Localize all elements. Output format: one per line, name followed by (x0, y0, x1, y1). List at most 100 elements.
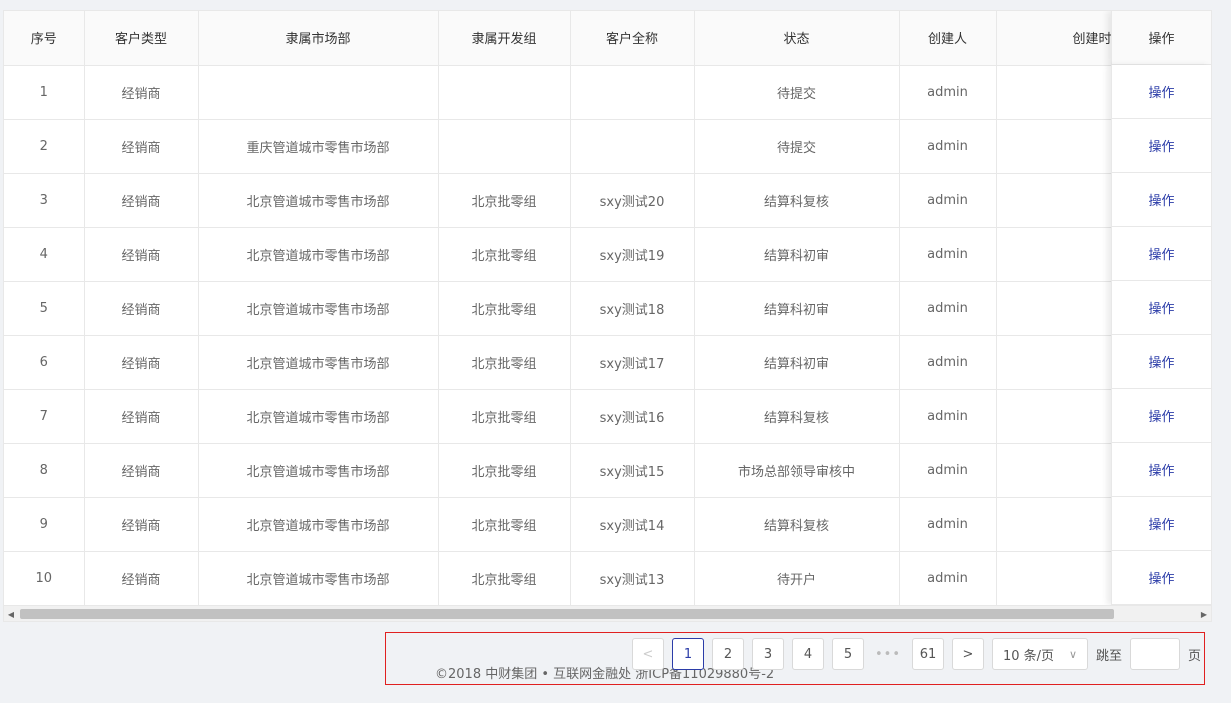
cell-customer-type: 经销商 (84, 497, 199, 552)
cell-customer-type: 经销商 (84, 119, 199, 174)
cell-status: 待提交 (694, 65, 900, 120)
row-action-link[interactable]: 操作 (1148, 244, 1174, 263)
row-action-link[interactable]: 操作 (1148, 352, 1174, 371)
table-header-row: 序号 客户类型 隶属市场部 隶属开发组 客户全称 状态 创建人 创建时 (4, 11, 1211, 66)
cell-dev-group (438, 119, 571, 174)
jump-page-input[interactable] (1130, 638, 1181, 670)
cell-market-dept: 北京管道城市零售市场部 (198, 281, 439, 336)
cell-dev-group: 北京批零组 (438, 281, 571, 336)
cell-market-dept: 北京管道城市零售市场部 (198, 389, 439, 444)
cell-market-dept: 北京管道城市零售市场部 (198, 443, 439, 498)
page-size-value: 10 条/页 (1003, 648, 1055, 664)
action-cell: 操作 (1112, 281, 1211, 335)
row-action-link[interactable]: 操作 (1148, 136, 1174, 155)
cell-row-index: 1 (4, 65, 85, 120)
page-button-1[interactable]: 1 (672, 638, 704, 670)
table-row: 3经销商北京管道城市零售市场部北京批零组sxy测试20结算科复核admin201… (4, 173, 1211, 228)
row-action-link[interactable]: 操作 (1148, 460, 1174, 479)
cell-status: 待提交 (694, 119, 900, 174)
cell-market-dept: 北京管道城市零售市场部 (198, 497, 439, 552)
action-cell: 操作 (1112, 227, 1211, 281)
cell-creator: admin (899, 65, 997, 120)
cell-dev-group: 北京批零组 (438, 173, 571, 228)
col-header-status[interactable]: 状态 (694, 11, 900, 66)
action-cell: 操作 (1112, 389, 1211, 443)
col-header-index[interactable]: 序号 (4, 11, 85, 66)
cell-market-dept: 重庆管道城市零售市场部 (198, 119, 439, 174)
scroll-right-arrow-icon[interactable]: ▶ (1197, 606, 1211, 621)
row-action-link[interactable]: 操作 (1148, 514, 1174, 533)
scrollbar-thumb[interactable] (20, 609, 1114, 619)
jump-label: 跳至 (1096, 648, 1123, 664)
prev-page-button[interactable]: < (632, 638, 664, 670)
row-action-link[interactable]: 操作 (1148, 568, 1174, 587)
row-action-link[interactable]: 操作 (1148, 406, 1174, 425)
cell-creator: admin (899, 173, 997, 228)
cell-status: 结算科复核 (694, 497, 900, 552)
cell-dev-group: 北京批零组 (438, 389, 571, 444)
cell-dev-group: 北京批零组 (438, 335, 571, 390)
page-button-5[interactable]: 5 (832, 638, 864, 670)
action-cell: 操作 (1112, 497, 1211, 551)
cell-customer-name: sxy测试15 (570, 443, 695, 498)
table-row: 6经销商北京管道城市零售市场部北京批零组sxy测试17结算科初审admin201… (4, 335, 1211, 390)
cell-status: 结算科复核 (694, 389, 900, 444)
cell-status: 结算科初审 (694, 227, 900, 282)
cell-market-dept: 北京管道城市零售市场部 (198, 551, 439, 606)
page-size-select[interactable]: 10 条/页 ∨ (992, 638, 1088, 670)
cell-dev-group: 北京批零组 (438, 227, 571, 282)
col-header-actions: 操作 (1111, 11, 1211, 65)
cell-creator: admin (899, 443, 997, 498)
cell-market-dept (198, 65, 439, 120)
scroll-left-arrow-icon[interactable]: ◀ (4, 606, 18, 621)
cell-customer-type: 经销商 (84, 227, 199, 282)
action-cell: 操作 (1112, 119, 1211, 173)
cell-row-index: 7 (4, 389, 85, 444)
more-pages-ellipsis-icon[interactable]: ••• (872, 638, 904, 670)
cell-customer-type: 经销商 (84, 65, 199, 120)
cell-customer-name: sxy测试17 (570, 335, 695, 390)
cell-row-index: 5 (4, 281, 85, 336)
col-header-customer-type[interactable]: 客户类型 (84, 11, 199, 66)
col-header-customer-name[interactable]: 客户全称 (570, 11, 695, 66)
next-page-button[interactable]: > (952, 638, 984, 670)
cell-creator: admin (899, 497, 997, 552)
cell-row-index: 2 (4, 119, 85, 174)
action-cell: 操作 (1112, 173, 1211, 227)
cell-customer-type: 经销商 (84, 443, 199, 498)
row-action-link[interactable]: 操作 (1148, 190, 1174, 209)
table-row: 5经销商北京管道城市零售市场部北京批零组sxy测试18结算科初审admin201… (4, 281, 1211, 336)
cell-customer-type: 经销商 (84, 551, 199, 606)
cell-customer-type: 经销商 (84, 335, 199, 390)
actions-column: 操作 操作 操作 操作 操作 操作 操作 操作 操作 操作 (1111, 65, 1211, 605)
cell-customer-name: sxy测试19 (570, 227, 695, 282)
row-action-link[interactable]: 操作 (1148, 298, 1174, 317)
table-row: 10经销商北京管道城市零售市场部北京批零组sxy测试13待开户admin2018… (4, 551, 1211, 606)
cell-dev-group: 北京批零组 (438, 497, 571, 552)
cell-market-dept: 北京管道城市零售市场部 (198, 335, 439, 390)
page-button-4[interactable]: 4 (792, 638, 824, 670)
action-cell: 操作 (1112, 443, 1211, 497)
page-button-last[interactable]: 61 (912, 638, 944, 670)
page-button-3[interactable]: 3 (752, 638, 784, 670)
page-suffix-label: 页 (1188, 648, 1202, 664)
cell-row-index: 10 (4, 551, 85, 606)
cell-market-dept: 北京管道城市零售市场部 (198, 173, 439, 228)
col-header-creator[interactable]: 创建人 (899, 11, 997, 66)
action-cell: 操作 (1112, 65, 1211, 119)
pagination: < 1 2 3 4 5 ••• 61 > 10 条/页 ∨ 跳至 页 (632, 638, 1201, 670)
horizontal-scrollbar[interactable]: ◀ ▶ (4, 605, 1211, 621)
cell-creator: admin (899, 227, 997, 282)
cell-customer-name: sxy测试14 (570, 497, 695, 552)
cell-customer-type: 经销商 (84, 281, 199, 336)
page-button-2[interactable]: 2 (712, 638, 744, 670)
table-row: 2经销商重庆管道城市零售市场部待提交admin2018-12-24 (4, 119, 1211, 174)
cell-customer-name: sxy测试18 (570, 281, 695, 336)
table-row: 1经销商待提交admin2018-12-24 (4, 65, 1211, 120)
row-action-link[interactable]: 操作 (1148, 82, 1174, 101)
cell-customer-name (570, 119, 695, 174)
col-header-market-dept[interactable]: 隶属市场部 (198, 11, 439, 66)
cell-customer-type: 经销商 (84, 389, 199, 444)
col-header-dev-group[interactable]: 隶属开发组 (438, 11, 571, 66)
cell-creator: admin (899, 551, 997, 606)
